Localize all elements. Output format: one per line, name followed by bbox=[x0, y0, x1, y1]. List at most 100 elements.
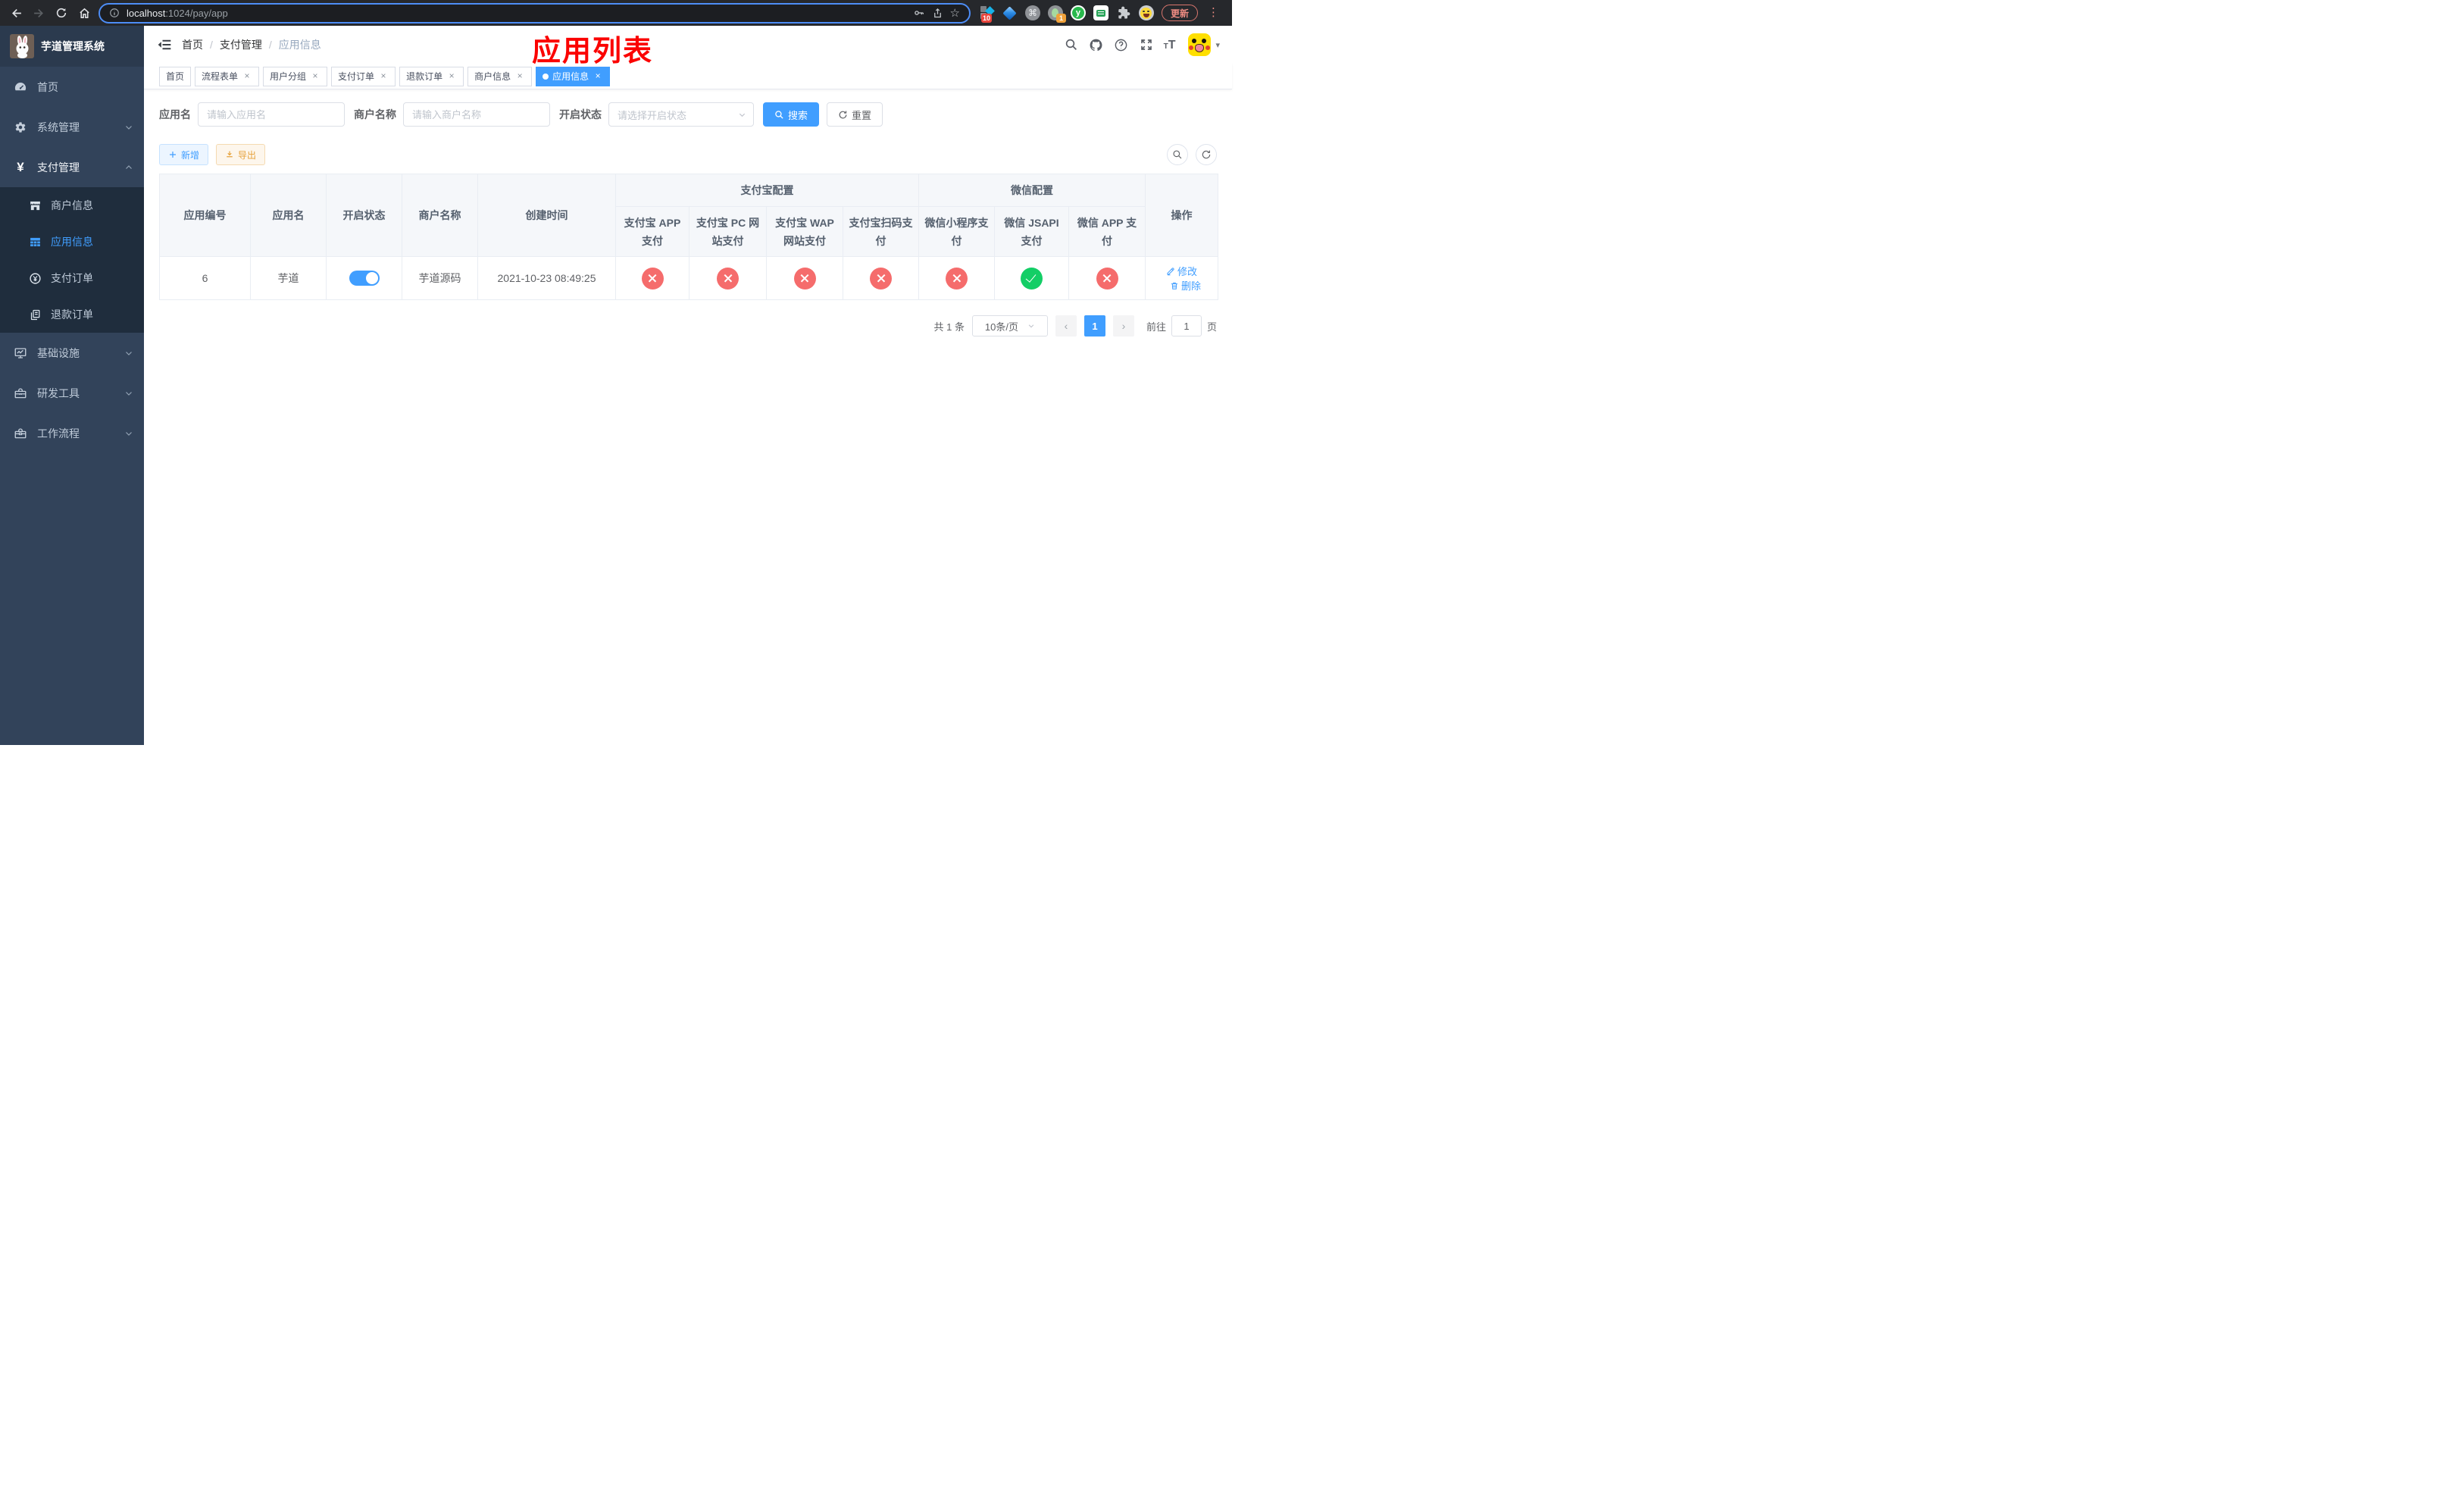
extension-icon-4[interactable]: 1 bbox=[1047, 5, 1066, 23]
close-icon[interactable]: × bbox=[446, 70, 457, 82]
cell-wx-lite bbox=[918, 256, 995, 300]
refresh-button[interactable] bbox=[1196, 144, 1217, 165]
close-icon[interactable]: × bbox=[593, 70, 603, 82]
sidebar-item-infrastructure[interactable]: 基础设施 bbox=[0, 333, 144, 373]
breadcrumb-home[interactable]: 首页 bbox=[182, 37, 203, 52]
sidebar-item-refund-orders[interactable]: 退款订单 bbox=[0, 296, 144, 333]
merchant-name-input[interactable] bbox=[403, 102, 550, 127]
browser-menu-icon[interactable]: ⋮ bbox=[1205, 5, 1221, 21]
chevron-down-icon bbox=[124, 123, 133, 132]
edit-link-label: 修改 bbox=[1177, 266, 1197, 277]
url-text: localhost:1024/pay/app bbox=[127, 7, 228, 19]
sidebar-collapse-icon[interactable] bbox=[152, 32, 177, 58]
export-button-label: 导出 bbox=[238, 149, 257, 161]
search-icon[interactable] bbox=[1064, 37, 1079, 52]
extension-icon-1[interactable]: 10 bbox=[980, 5, 995, 23]
page-number-button[interactable]: 1 bbox=[1083, 315, 1105, 337]
merchant-name-label: 商户名称 bbox=[354, 108, 396, 121]
cell-app-id: 6 bbox=[159, 256, 251, 300]
sidebar-item-dev-tools[interactable]: 研发工具 bbox=[0, 373, 144, 413]
extension-icon-5[interactable]: y bbox=[1070, 5, 1086, 20]
prev-page-button[interactable]: ‹ bbox=[1055, 315, 1077, 337]
close-icon[interactable]: × bbox=[514, 70, 525, 82]
tab-pay-orders[interactable]: 支付订单 × bbox=[331, 66, 396, 86]
extensions-puzzle-icon[interactable] bbox=[1116, 5, 1131, 20]
col-group-wechat: 微信配置 bbox=[918, 174, 1146, 207]
shop-icon bbox=[29, 199, 42, 212]
breadcrumb-payment[interactable]: 支付管理 bbox=[220, 37, 262, 52]
share-icon[interactable] bbox=[932, 8, 943, 19]
page-size-select[interactable]: 10条/页 bbox=[971, 315, 1048, 337]
tab-home[interactable]: 首页 bbox=[159, 66, 192, 86]
briefcase-icon bbox=[14, 427, 27, 440]
sidebar-item-pay-orders[interactable]: 支付订单 bbox=[0, 260, 144, 296]
page-unit-label: 页 bbox=[1206, 321, 1217, 333]
toolbox-icon bbox=[14, 387, 27, 400]
breadcrumb-current: 应用信息 bbox=[278, 39, 321, 51]
status-toggle[interactable] bbox=[349, 271, 380, 286]
tab-label: 应用信息 bbox=[552, 71, 589, 82]
close-icon[interactable]: × bbox=[310, 70, 321, 82]
extension-icon-2[interactable] bbox=[1002, 5, 1018, 20]
edit-link[interactable]: 修改 bbox=[1166, 264, 1197, 278]
tab-user-group[interactable]: 用户分组 × bbox=[263, 66, 328, 86]
toggle-search-button[interactable] bbox=[1167, 144, 1188, 165]
col-merchant: 商户名称 bbox=[402, 174, 478, 257]
browser-home-button[interactable] bbox=[76, 5, 92, 21]
browser-forward-button[interactable] bbox=[30, 5, 47, 21]
browser-update-button[interactable]: 更新 bbox=[1161, 5, 1198, 21]
gear-icon bbox=[14, 121, 27, 134]
extension-badge: 1 bbox=[1055, 14, 1066, 23]
sidebar-item-label: 研发工具 bbox=[37, 387, 80, 399]
sidebar-item-merchant-info[interactable]: 商户信息 bbox=[0, 187, 144, 224]
add-button[interactable]: 新增 bbox=[159, 144, 209, 165]
app-logo[interactable]: 芋道管理系统 bbox=[0, 26, 144, 67]
app-name-input[interactable] bbox=[198, 102, 345, 127]
status-select-placeholder: 请选择开启状态 bbox=[618, 109, 687, 121]
sidebar-item-label: 系统管理 bbox=[37, 121, 80, 133]
status-select[interactable]: 请选择开启状态 bbox=[608, 102, 754, 127]
fullscreen-icon[interactable] bbox=[1139, 37, 1154, 52]
close-icon[interactable]: × bbox=[378, 70, 389, 82]
delete-link[interactable]: 删除 bbox=[1170, 278, 1201, 293]
col-alipay-qr: 支付宝扫码支付 bbox=[843, 206, 919, 257]
tab-refund-orders[interactable]: 退款订单 × bbox=[399, 66, 464, 86]
navbar-actions: TT ▾ bbox=[1064, 33, 1220, 56]
page-size-value: 10条/页 bbox=[984, 321, 1018, 333]
site-info-icon[interactable] bbox=[109, 8, 120, 18]
grid-table-icon bbox=[29, 236, 42, 249]
extension-icon-3[interactable]: ⌘ bbox=[1024, 5, 1040, 20]
help-icon[interactable] bbox=[1114, 37, 1129, 52]
tags-view-bar: 首页 流程表单 × 用户分组 × 支付订单 × 退款订单 × 商户信息 × 应用… bbox=[144, 64, 1232, 89]
font-size-icon[interactable]: TT bbox=[1164, 39, 1176, 51]
goto-page-input[interactable] bbox=[1171, 315, 1202, 337]
cross-icon bbox=[870, 267, 892, 290]
sidebar-item-payment[interactable]: ¥ 支付管理 bbox=[0, 147, 144, 187]
profile-avatar-icon[interactable] bbox=[1138, 5, 1154, 20]
password-key-icon[interactable] bbox=[913, 7, 925, 19]
tab-merchant-info[interactable]: 商户信息 × bbox=[467, 66, 533, 86]
sidebar-item-system[interactable]: 系统管理 bbox=[0, 107, 144, 147]
sidebar-item-workflow[interactable]: 工作流程 bbox=[0, 413, 144, 453]
sidebar-item-app-info[interactable]: 应用信息 bbox=[0, 224, 144, 260]
browser-back-button[interactable] bbox=[8, 5, 24, 21]
next-page-button[interactable]: › bbox=[1112, 315, 1134, 337]
user-avatar-menu[interactable]: ▾ bbox=[1188, 33, 1220, 56]
close-icon[interactable]: × bbox=[242, 70, 252, 82]
bookmark-star-icon[interactable]: ☆ bbox=[950, 8, 960, 19]
browser-reload-button[interactable] bbox=[53, 5, 70, 21]
search-button[interactable]: 搜索 bbox=[763, 102, 820, 127]
tab-process-form[interactable]: 流程表单 × bbox=[195, 66, 260, 86]
table-toolbar: 新增 导出 bbox=[159, 144, 1217, 165]
extension-icon-6[interactable] bbox=[1093, 5, 1108, 20]
export-button[interactable]: 导出 bbox=[216, 144, 266, 165]
col-wx-lite: 微信小程序支付 bbox=[918, 206, 995, 257]
documents-icon bbox=[29, 308, 42, 321]
main-area: 首页 / 支付管理 / 应用信息 应用列表 TT ▾ 首页 流程表单 × 用户分… bbox=[144, 26, 1232, 745]
github-icon[interactable] bbox=[1089, 37, 1104, 52]
cell-wx-app bbox=[1068, 256, 1146, 300]
address-bar[interactable]: localhost:1024/pay/app ☆ bbox=[98, 2, 971, 23]
reset-button[interactable]: 重置 bbox=[827, 102, 883, 127]
tab-app-info[interactable]: 应用信息 × bbox=[536, 66, 611, 86]
sidebar-item-home[interactable]: 首页 bbox=[0, 67, 144, 107]
